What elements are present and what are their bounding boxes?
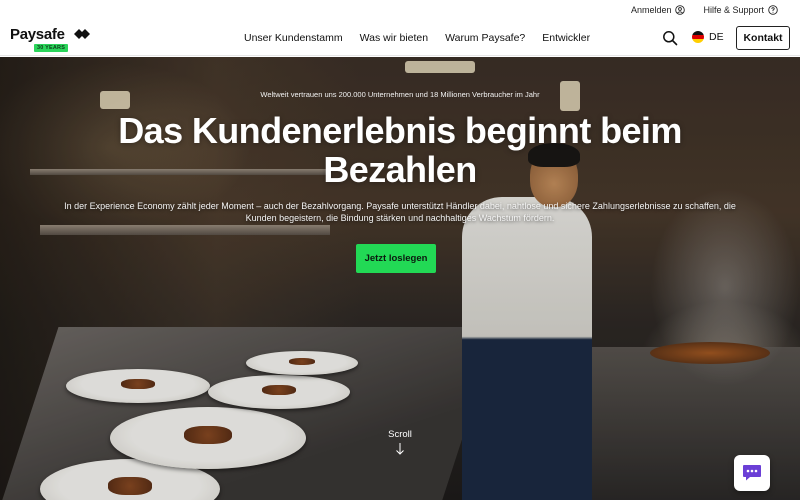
hero-title: Das Kundenerlebnis beginnt beim Bezahlen: [118, 110, 682, 190]
login-link[interactable]: Anmelden: [631, 5, 686, 15]
hero-section: Weltweit vertrauen uns 200.000 Unternehm…: [0, 57, 800, 500]
arrow-down-icon: [396, 443, 404, 455]
hero-description: In der Experience Economy zählt jeder Mo…: [64, 201, 736, 223]
get-started-button[interactable]: Jetzt loslegen: [356, 244, 436, 273]
scroll-label: Scroll: [388, 429, 412, 440]
login-label: Anmelden: [630, 5, 672, 15]
anniversary-badge: 30 YEARS: [34, 44, 69, 52]
logo-diamond-icon: [74, 29, 90, 39]
chat-icon: [743, 465, 761, 481]
nav-item-offerings[interactable]: Was wir bieten: [360, 32, 428, 44]
scroll-indicator[interactable]: Scroll: [380, 429, 420, 455]
help-link[interactable]: Hilfe & Support: [703, 5, 778, 15]
help-circle-icon: [768, 5, 778, 15]
help-label: Hilfe & Support: [703, 5, 764, 15]
nav-item-why-paysafe[interactable]: Warum Paysafe?: [445, 32, 525, 44]
hero-eyebrow: Weltweit vertrauen uns 200.000 Unternehm…: [260, 90, 540, 99]
user-circle-icon: [675, 5, 686, 15]
nav-item-customers[interactable]: Unser Kundenstamm: [244, 32, 343, 44]
contact-button[interactable]: Kontakt: [736, 26, 790, 50]
germany-flag-icon: [692, 31, 704, 43]
utility-bar: Anmelden Hilfe & Support: [0, 0, 800, 20]
nav-item-developers[interactable]: Entwickler: [542, 32, 590, 44]
search-icon[interactable]: [662, 30, 678, 46]
logo-text: Paysafe: [10, 26, 65, 43]
chat-widget-button[interactable]: [734, 455, 770, 491]
language-label: DE: [709, 31, 724, 43]
language-selector[interactable]: DE: [692, 31, 724, 43]
main-nav: Unser Kundenstamm Was wir bieten Warum P…: [244, 20, 590, 56]
main-header: Paysafe 30 YEARS Unser Kundenstamm Was w…: [0, 20, 800, 56]
paysafe-logo[interactable]: Paysafe 30 YEARS: [10, 26, 90, 54]
